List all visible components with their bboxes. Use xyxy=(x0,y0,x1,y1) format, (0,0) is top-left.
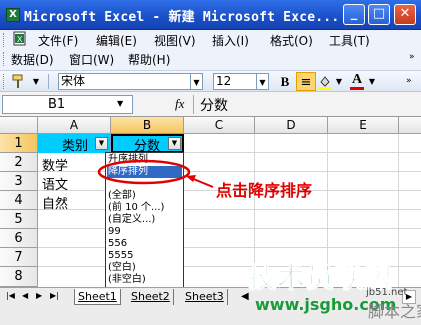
annotation-arrow-line xyxy=(190,177,214,188)
next-sheet-icon[interactable]: ▶ xyxy=(36,291,42,300)
watermark-corner-2: 脚本之家 xyxy=(368,302,421,321)
sheet-tab-2[interactable]: Sheet2 xyxy=(128,289,174,305)
last-sheet-icon[interactable]: ▶| xyxy=(50,291,59,300)
highlight-ellipse xyxy=(97,159,191,185)
sheet-tab-1[interactable]: Sheet1 xyxy=(74,289,121,305)
annotation-label: 点击降序排序 xyxy=(216,181,313,200)
annotation-arrowhead xyxy=(186,175,196,182)
sheet-tab-3[interactable]: Sheet3 xyxy=(182,289,228,305)
watermark-corner: jb51.net xyxy=(366,287,408,298)
prev-sheet-icon[interactable]: ◀ xyxy=(22,291,28,300)
first-sheet-icon[interactable]: |◀ xyxy=(6,291,15,300)
